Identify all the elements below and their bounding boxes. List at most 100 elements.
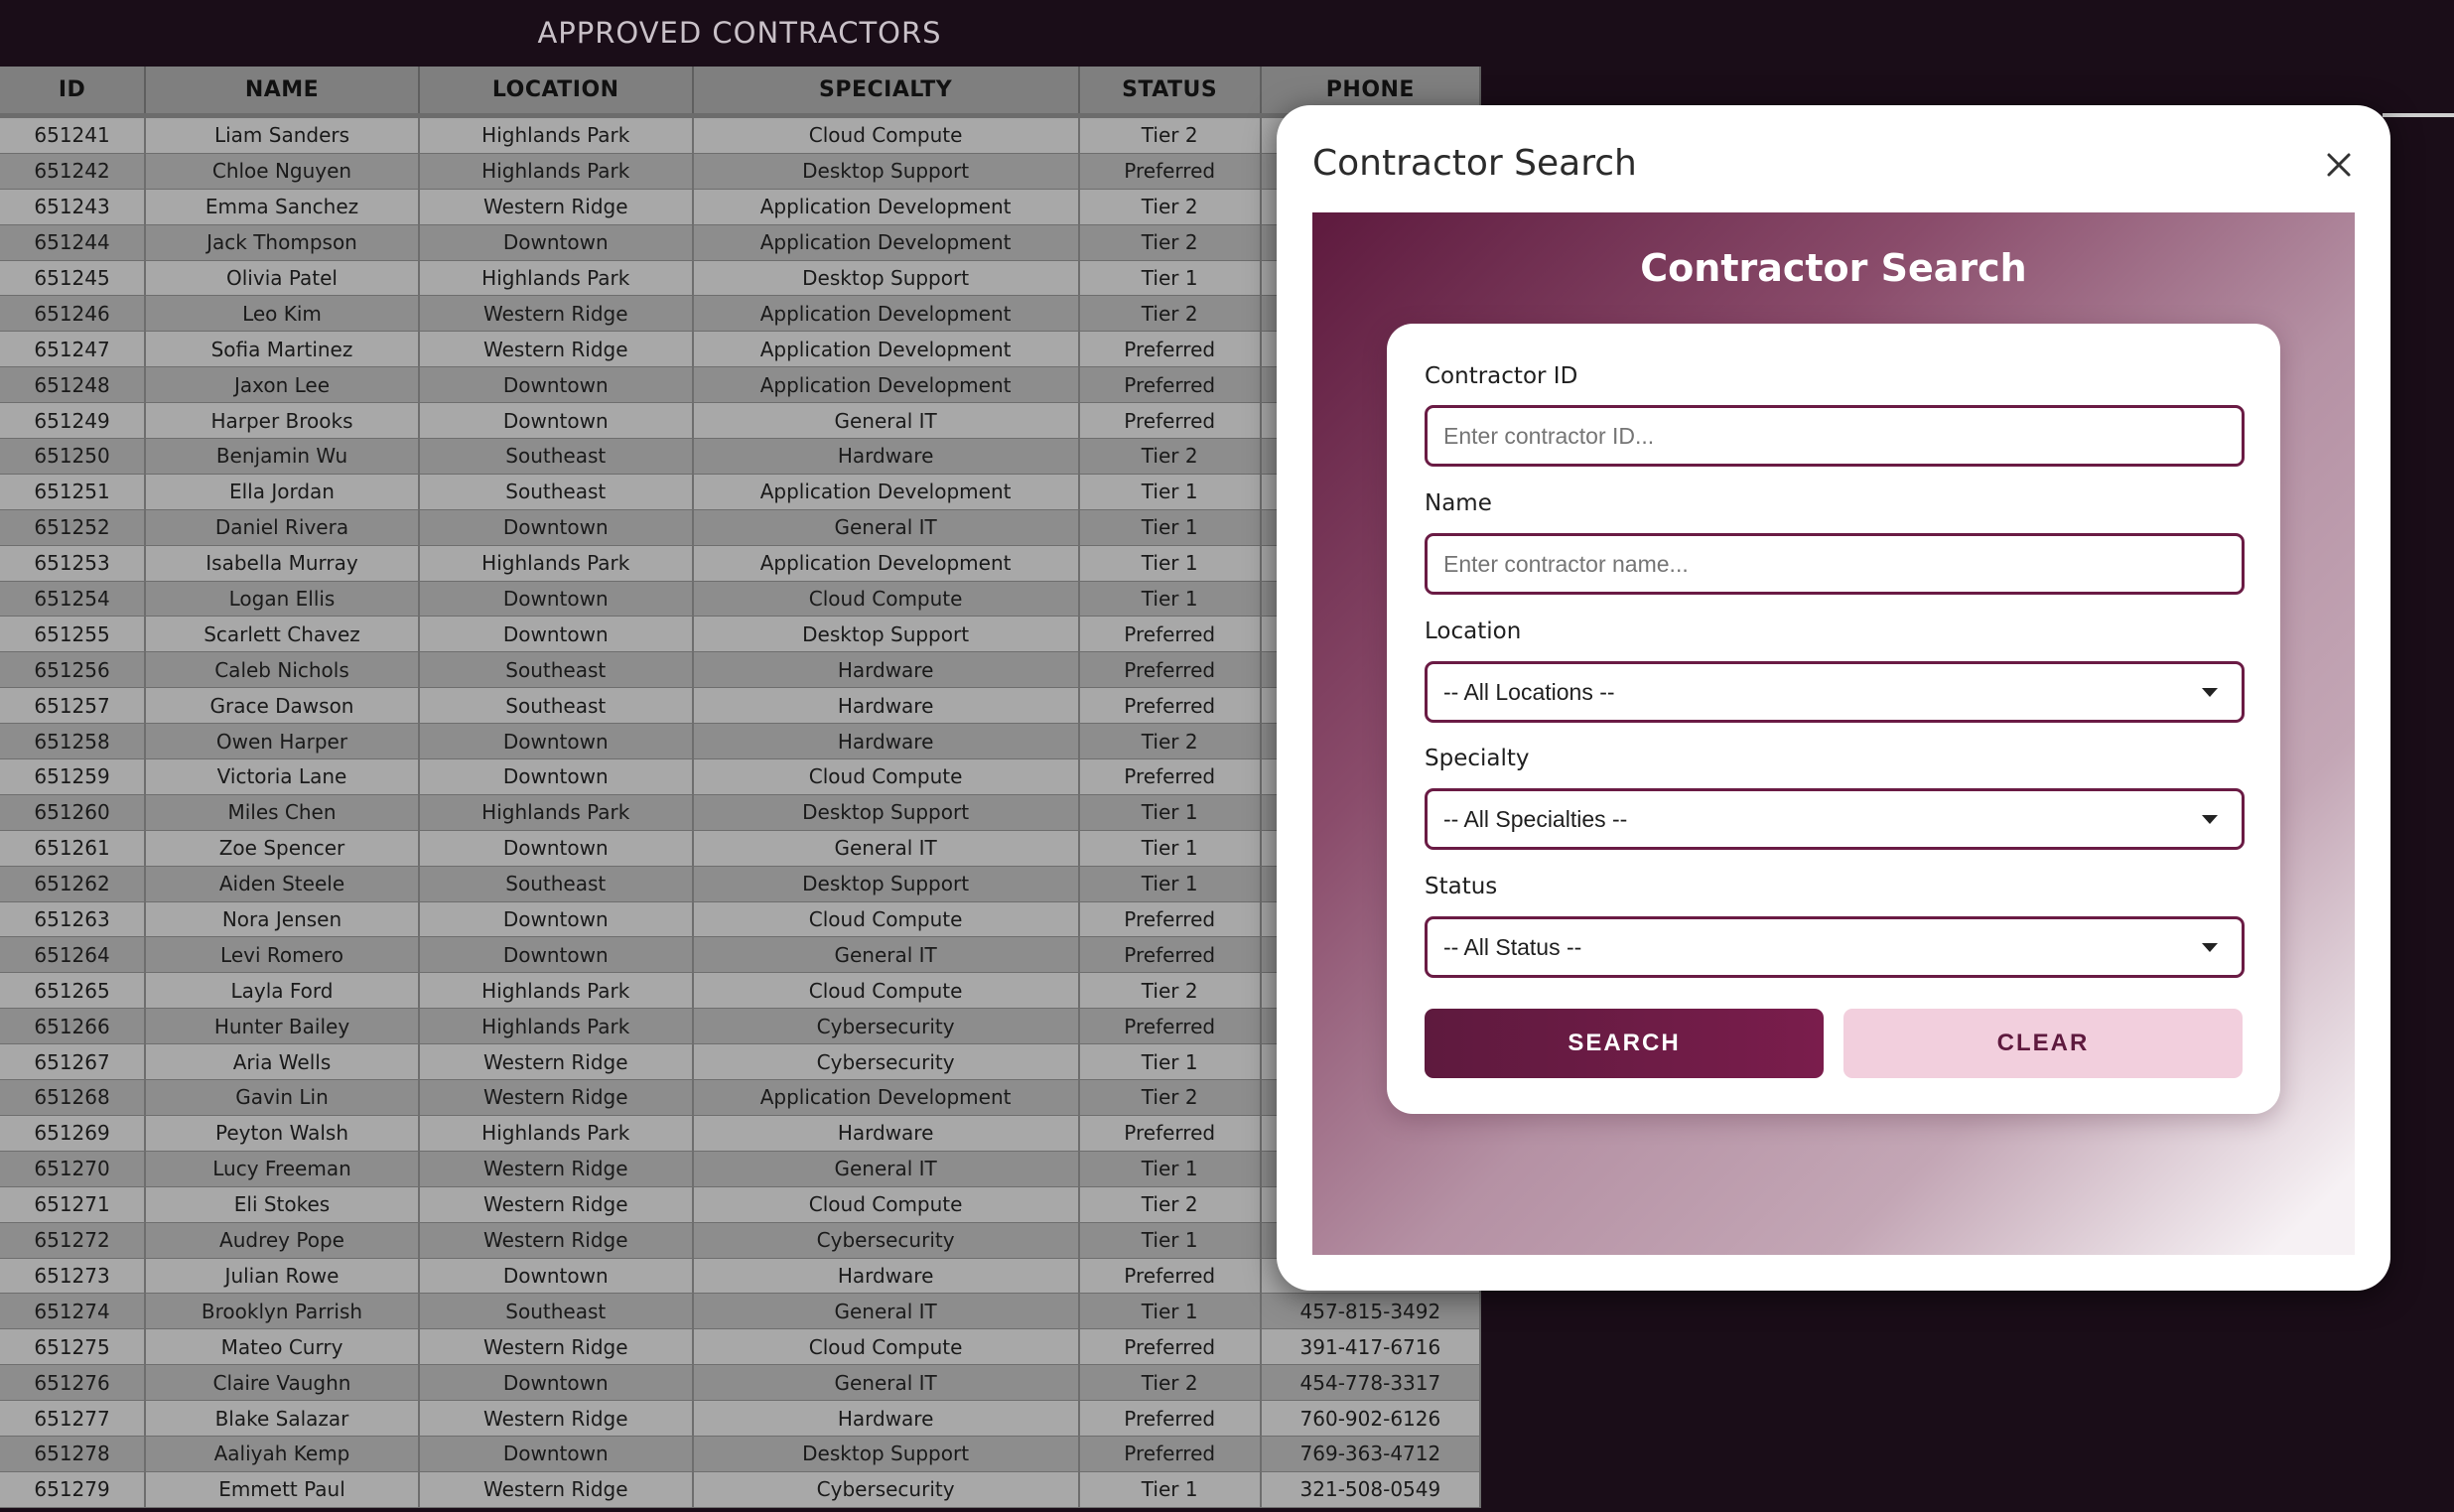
cell-specialty[interactable]: Cybersecurity xyxy=(692,1471,1080,1508)
column-header-id[interactable]: ID xyxy=(0,67,147,118)
cell-id[interactable]: 651254 xyxy=(0,581,147,618)
cell-specialty[interactable]: Cybersecurity xyxy=(692,1008,1080,1045)
table-row[interactable]: 651242 Chloe Nguyen Highlands Park Desktop … xyxy=(0,153,1482,190)
cell-specialty[interactable]: Desktop Support xyxy=(692,616,1080,653)
cell-status[interactable]: Tier 1 xyxy=(1078,260,1262,297)
cell-specialty[interactable]: Cybersecurity xyxy=(692,1222,1080,1259)
table-row[interactable]: 651257 Grace Dawson Southeast Hardware Prefe… xyxy=(0,687,1482,725)
cell-name[interactable]: Jack Thompson xyxy=(145,224,420,261)
cell-specialty[interactable]: Hardware xyxy=(692,723,1080,760)
cell-id[interactable]: 651248 xyxy=(0,366,147,404)
cell-name[interactable]: Scarlett Chavez xyxy=(145,616,420,653)
cell-name[interactable]: Victoria Lane xyxy=(145,758,420,795)
cell-id[interactable]: 651276 xyxy=(0,1364,147,1402)
table-row[interactable]: 651279 Emmett Paul Western Ridge Cybersecur… xyxy=(0,1471,1482,1508)
cell-id[interactable]: 651271 xyxy=(0,1186,147,1223)
cell-name[interactable]: Leo Kim xyxy=(145,295,420,333)
cell-name[interactable]: Jaxon Lee xyxy=(145,366,420,404)
table-row[interactable]: 651277 Blake Salazar Western Ridge Hardware… xyxy=(0,1400,1482,1437)
cell-specialty[interactable]: General IT xyxy=(692,830,1080,867)
cell-id[interactable]: 651272 xyxy=(0,1222,147,1259)
cell-specialty[interactable]: General IT xyxy=(692,1151,1080,1187)
cell-name[interactable]: Eli Stokes xyxy=(145,1186,420,1223)
cell-location[interactable]: Highlands Park xyxy=(418,260,694,297)
cell-name[interactable]: Emma Sanchez xyxy=(145,189,420,225)
cell-status[interactable]: Preferred xyxy=(1078,1258,1262,1295)
cell-name[interactable]: Audrey Pope xyxy=(145,1222,420,1259)
cell-name[interactable]: Emmett Paul xyxy=(145,1471,420,1508)
table-row[interactable]: 651268 Gavin Lin Western Ridge Application … xyxy=(0,1079,1482,1116)
cell-specialty[interactable]: Cloud Compute xyxy=(692,115,1080,154)
cell-specialty[interactable]: Desktop Support xyxy=(692,866,1080,902)
cell-status[interactable]: Preferred xyxy=(1078,1436,1262,1472)
cell-status[interactable]: Tier 1 xyxy=(1078,1471,1262,1508)
table-row[interactable]: 651258 Owen Harper Downtown Hardware Tier 2 xyxy=(0,723,1482,760)
cell-id[interactable]: 651267 xyxy=(0,1043,147,1081)
cell-id[interactable]: 651246 xyxy=(0,295,147,333)
cell-specialty[interactable]: Cloud Compute xyxy=(692,1186,1080,1223)
cell-id[interactable]: 651244 xyxy=(0,224,147,261)
cell-specialty[interactable]: Application Development xyxy=(692,545,1080,582)
table-row[interactable]: 651270 Lucy Freeman Western Ridge General I… xyxy=(0,1151,1482,1187)
cell-name[interactable]: Brooklyn Parrish xyxy=(145,1293,420,1330)
cell-location[interactable]: Western Ridge xyxy=(418,1186,694,1223)
table-row[interactable]: 651274 Brooklyn Parrish Southeast General I… xyxy=(0,1293,1482,1330)
cell-status[interactable]: Preferred xyxy=(1078,1400,1262,1437)
close-button[interactable] xyxy=(2319,145,2359,185)
cell-status[interactable]: Tier 2 xyxy=(1078,224,1262,261)
table-row[interactable]: 651253 Isabella Murray Highlands Park Appli… xyxy=(0,545,1482,582)
table-row[interactable]: 651262 Aiden Steele Southeast Desktop Suppo… xyxy=(0,866,1482,902)
cell-name[interactable]: Aria Wells xyxy=(145,1043,420,1081)
cell-status[interactable]: Preferred xyxy=(1078,901,1262,938)
table-row[interactable]: 651244 Jack Thompson Downtown Application D… xyxy=(0,224,1482,261)
cell-status[interactable]: Preferred xyxy=(1078,1115,1262,1152)
table-row[interactable]: 651265 Layla Ford Highlands Park Cloud Comp… xyxy=(0,972,1482,1010)
cell-specialty[interactable]: Application Development xyxy=(692,1079,1080,1116)
cell-location[interactable]: Western Ridge xyxy=(418,1400,694,1437)
cell-name[interactable]: Blake Salazar xyxy=(145,1400,420,1437)
cell-status[interactable]: Tier 1 xyxy=(1078,509,1262,546)
table-row[interactable]: 651276 Claire Vaughn Downtown General IT Tie… xyxy=(0,1364,1482,1402)
cell-name[interactable]: Levi Romero xyxy=(145,936,420,974)
cell-id[interactable]: 651264 xyxy=(0,936,147,974)
status-select[interactable]: -- All Status -- xyxy=(1425,916,2245,978)
cell-id[interactable]: 651251 xyxy=(0,474,147,510)
cell-specialty[interactable]: Cloud Compute xyxy=(692,972,1080,1010)
table-row[interactable]: 651260 Miles Chen Highlands Park Desktop Su… xyxy=(0,794,1482,831)
cell-id[interactable]: 651279 xyxy=(0,1471,147,1508)
table-row[interactable]: 651246 Leo Kim Western Ridge Application De… xyxy=(0,295,1482,333)
cell-location[interactable]: Western Ridge xyxy=(418,189,694,225)
column-header-specialty[interactable]: SPECIALTY xyxy=(692,67,1080,118)
cell-location[interactable]: Highlands Park xyxy=(418,545,694,582)
cell-location[interactable]: Downtown xyxy=(418,1258,694,1295)
cell-name[interactable]: Hunter Bailey xyxy=(145,1008,420,1045)
cell-id[interactable]: 651274 xyxy=(0,1293,147,1330)
cell-id[interactable]: 651269 xyxy=(0,1115,147,1152)
contractor-id-input[interactable] xyxy=(1428,408,2242,464)
cell-specialty[interactable]: Hardware xyxy=(692,1400,1080,1437)
location-select[interactable]: -- All Locations -- xyxy=(1425,661,2245,723)
cell-status[interactable]: Tier 1 xyxy=(1078,1293,1262,1330)
column-header-status[interactable]: STATUS xyxy=(1078,67,1262,118)
cell-specialty[interactable]: Application Development xyxy=(692,295,1080,333)
cell-specialty[interactable]: Desktop Support xyxy=(692,260,1080,297)
cell-status[interactable]: Tier 2 xyxy=(1078,295,1262,333)
cell-id[interactable]: 651275 xyxy=(0,1328,147,1366)
cell-location[interactable]: Southeast xyxy=(418,474,694,510)
table-row[interactable]: 651243 Emma Sanchez Western Ridge Applicati… xyxy=(0,189,1482,225)
cell-phone[interactable]: 321-508-0549 xyxy=(1260,1471,1482,1508)
cell-name[interactable]: Grace Dawson xyxy=(145,687,420,725)
cell-status[interactable]: Tier 2 xyxy=(1078,115,1262,154)
table-row[interactable]: 651278 Aaliyah Kemp Downtown Desktop Suppor… xyxy=(0,1436,1482,1472)
cell-name[interactable]: Zoe Spencer xyxy=(145,830,420,867)
cell-specialty[interactable]: Hardware xyxy=(692,687,1080,725)
cell-id[interactable]: 651252 xyxy=(0,509,147,546)
cell-name[interactable]: Owen Harper xyxy=(145,723,420,760)
cell-status[interactable]: Tier 2 xyxy=(1078,972,1262,1010)
cell-location[interactable]: Southeast xyxy=(418,687,694,725)
cell-name[interactable]: Mateo Curry xyxy=(145,1328,420,1366)
cell-status[interactable]: Preferred xyxy=(1078,153,1262,190)
cell-id[interactable]: 651253 xyxy=(0,545,147,582)
cell-name[interactable]: Liam Sanders xyxy=(145,115,420,154)
cell-name[interactable]: Logan Ellis xyxy=(145,581,420,618)
